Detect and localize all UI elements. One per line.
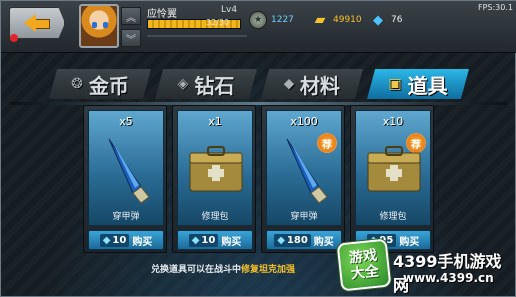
price-tag: ◆ 10 [188,233,219,247]
toolbox-icon: ▣ [388,76,402,92]
watermark-badge-line: 大全 [350,263,380,283]
diamond-icon: ◆ [102,234,111,246]
tab-diamond[interactable]: ◈ 钻石 [155,69,257,99]
buy-label: 购买 [132,236,153,248]
item-quantity: x10 [382,115,404,128]
xp-text: 32/30 [206,18,230,27]
tab-material[interactable]: ⬥ 材料 [261,69,363,99]
buy-button[interactable]: ◆ 10 购买 [177,230,253,250]
buy-label: 购买 [313,236,334,248]
item-list: x5 穿甲弹 ◆ 10 购买 x1 修理包 ◆ 10 购买 x100 荐 穿甲弹… [83,105,437,255]
item-quantity: x100 [290,115,318,128]
gem-value: 76 [391,15,403,25]
shop-tabs: ❂ 金币 ◈ 钻石 ⬥ 材料 ▣ 道具 [49,69,469,99]
price-tag: ◆ 10 [99,233,130,247]
avatar-eye [103,22,108,28]
item-name: 修理包 [379,212,407,222]
diamond-icon: ◈ [177,76,189,92]
repair-kit-icon [189,146,243,192]
hint-text: 兑换道具可以在战斗中 [151,265,242,275]
chevron-up-icon: ︽ [126,12,136,24]
gem-counter: ◆ 76 [369,11,402,29]
item-card-body: x1 修理包 [177,110,253,226]
chevron-down-icon: ︾ [126,34,136,46]
avatar-eye [92,22,97,28]
tab-label: 钻石 [194,73,235,98]
repair-kit-icon [367,146,421,192]
divider [147,35,247,37]
item-price: 180 [286,234,308,246]
item-name: 穿甲弹 [290,212,318,222]
buy-button[interactable]: ◆ 180 购买 [266,230,342,250]
gold-counter: ▰ 49910 [311,11,362,29]
tab-gold[interactable]: ❂ 金币 [49,69,151,99]
armor-piercing-shell-icon [108,138,150,204]
item-name: 修理包 [201,212,229,222]
item-card-body: x5 穿甲弹 [88,110,164,226]
notification-dot [10,34,18,42]
buy-button[interactable]: ◆ 10 购买 [88,230,164,250]
item-card[interactable]: x10 荐 修理包 ◆ 95 购买 [350,105,434,253]
player-name: 应怜翼 [147,9,177,20]
medal-icon: ★ [249,11,267,29]
tab-label: 材料 [299,73,340,98]
item-price: 10 [201,234,216,246]
item-card-body: x100 荐 穿甲弹 [266,110,342,226]
top-bar: ︽ ︾ 应怜翼 Lv4 32/30 ★ 1227 ▰ 49910 ◆ 76 FP… [1,1,516,53]
item-quantity: x5 [119,115,133,128]
expand-up-button[interactable]: ︽ [121,7,141,25]
diamond-icon: ◆ [277,234,285,246]
back-arrow-icon [24,14,50,32]
back-button[interactable] [9,7,65,39]
game-screen: ︽ ︾ 应怜翼 Lv4 32/30 ★ 1227 ▰ 49910 ◆ 76 FP… [0,0,516,297]
item-card[interactable]: x100 荐 穿甲弹 ◆ 180 购买 [261,105,345,253]
item-quantity: x1 [208,115,222,128]
buy-label: 购买 [221,236,242,248]
shop-hint: 兑换道具可以在战斗中修复坦克加强 [151,262,295,275]
item-card-body: x10 荐 修理包 [355,110,431,226]
player-level: Lv4 [221,5,238,15]
tab-label: 金币 [88,73,129,98]
watermark-logo: 游戏 大全 [336,238,392,292]
price-tag: ◆ 180 [274,233,311,247]
expand-down-button[interactable]: ︾ [121,29,141,47]
hint-highlight: 修复坦克加强 [241,265,296,275]
buy-label: 购买 [399,236,420,248]
tab-label: 道具 [407,73,448,98]
item-card[interactable]: x1 修理包 ◆ 10 购买 [172,105,256,253]
coins-icon: ❂ [71,76,83,92]
gold-value: 49910 [333,15,362,25]
material-icon: ⬥ [284,76,294,92]
tab-items[interactable]: ▣ 道具 [367,69,469,99]
item-name: 穿甲弹 [112,212,140,222]
item-price: 10 [112,234,127,246]
gold-bars-icon: ▰ [314,12,326,28]
watermark-url: www.4399.cn [403,271,494,285]
item-card[interactable]: x5 穿甲弹 ◆ 10 购买 [83,105,167,253]
armor-piercing-shell-icon [286,138,328,204]
medal-value: 1227 [271,15,294,25]
player-avatar[interactable] [79,4,119,48]
medal-counter: ★ 1227 [249,11,294,29]
diamond-icon: ◆ [373,12,383,28]
fps-counter: FPS:30.1 [477,3,513,12]
diamond-icon: ◆ [191,234,200,246]
